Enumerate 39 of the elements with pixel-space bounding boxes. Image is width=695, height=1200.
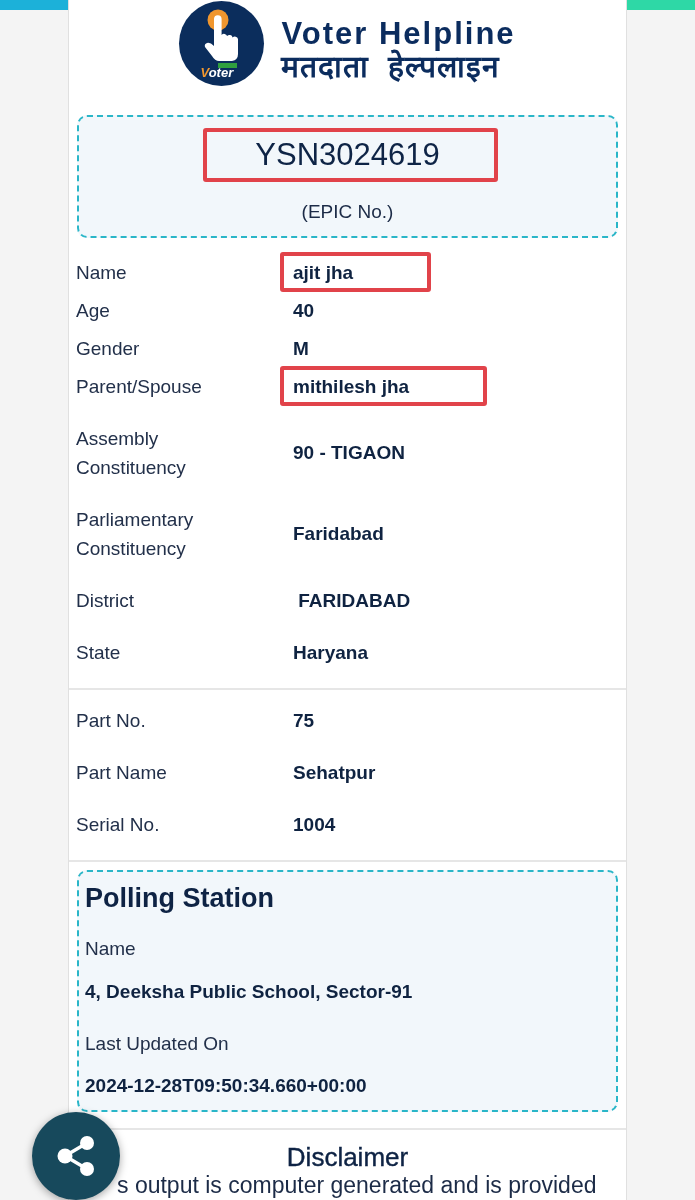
field-label: District xyxy=(76,588,136,613)
share-button[interactable] xyxy=(32,1112,120,1200)
section-title: Disclaimer xyxy=(286,1141,409,1172)
field-value: Faridabad xyxy=(293,522,384,546)
field-value: ajit jha xyxy=(293,260,354,285)
header-strip xyxy=(0,0,68,10)
field-label: Serial No. xyxy=(76,812,161,837)
field-value: FARIDABAD xyxy=(297,588,411,613)
pointing-hand-icon xyxy=(203,9,240,69)
section-title: Polling Station xyxy=(85,882,274,915)
logo-emblem-text: Voter xyxy=(200,65,234,80)
field-value: 40 xyxy=(293,298,315,323)
field-label: Assembly Constituency xyxy=(76,426,187,480)
field-label: Age xyxy=(76,298,111,323)
field-value: M xyxy=(293,336,309,361)
disclaimer-text: s output is computer generated and is provided xyxy=(116,1171,598,1198)
field-label: Parliamentary Constituency xyxy=(76,507,195,561)
field-value: Sehatpur xyxy=(293,760,376,785)
field-label: Part No. xyxy=(76,708,147,733)
field-value: 4, Deeksha Public School, Sector-91 xyxy=(85,979,413,1004)
field-label: Part Name xyxy=(76,760,168,785)
field-value: Haryana xyxy=(293,640,368,665)
field-value: 90 - TIGAON xyxy=(293,441,405,465)
field-label: Last Updated On xyxy=(85,1031,229,1056)
field-value: 75 xyxy=(293,708,315,733)
field-label: Gender xyxy=(76,336,141,361)
field-label: Name xyxy=(76,260,128,285)
field-value: 2024-12-28T09:50:34.660+00:00 xyxy=(85,1073,367,1098)
field-label: State xyxy=(76,640,122,665)
app-title: Voter Helpline xyxy=(281,16,516,51)
share-icon xyxy=(57,1136,95,1176)
epic-caption: (EPIC No.) xyxy=(301,200,394,224)
field-label: Name xyxy=(85,936,136,961)
epic-number: YSN3024619 xyxy=(255,136,440,174)
field-label: Parent/Spouse xyxy=(76,374,203,399)
field-value: 1004 xyxy=(293,812,336,837)
app-subtitle: मतदाता हेल्पलाइन xyxy=(281,51,501,83)
header-strip xyxy=(627,0,695,10)
field-value: mithilesh jha xyxy=(293,374,410,399)
